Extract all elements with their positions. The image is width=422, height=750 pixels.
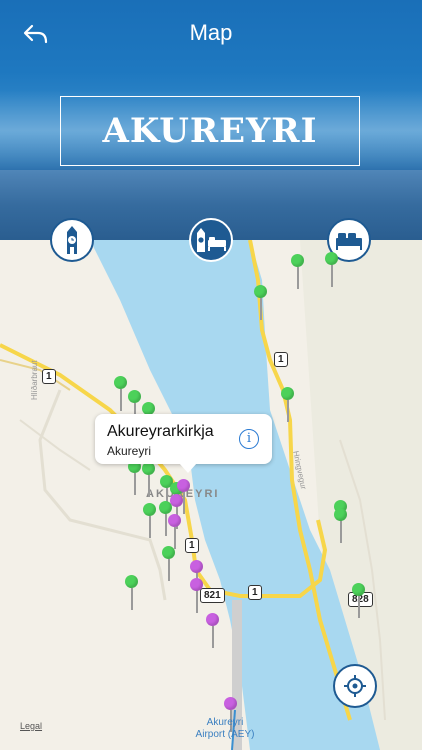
callout-title: Akureyrarkirkja (107, 423, 214, 440)
city-name: AKUREYRI (102, 111, 318, 151)
map-pin[interactable] (128, 460, 142, 495)
info-icon[interactable]: i (239, 429, 259, 449)
page-title: Map (189, 20, 233, 45)
map-pin[interactable] (281, 387, 295, 422)
bed-icon (336, 233, 362, 250)
category-all-button[interactable] (189, 218, 233, 262)
locate-me-button[interactable] (333, 664, 377, 708)
map-pin[interactable] (352, 583, 366, 618)
map-pin[interactable] (325, 252, 339, 287)
airport-label-line1: Akureyri (206, 717, 244, 728)
road-shield: 1 (185, 538, 199, 553)
category-sights-button[interactable] (50, 218, 94, 262)
airport-label: Akureyri Airport (AEY) (185, 717, 265, 741)
map-pin[interactable] (143, 503, 157, 538)
map-pin[interactable] (206, 613, 220, 648)
place-callout[interactable]: Akureyrarkirkja Akureyri i (95, 414, 272, 473)
map-pin[interactable] (168, 514, 182, 549)
map-pin[interactable] (190, 578, 204, 613)
road-shield: 1 (274, 352, 288, 367)
map-pin[interactable] (125, 575, 139, 610)
map-pin[interactable] (142, 462, 156, 497)
airport-label-line2: Airport (AEY) (195, 729, 255, 740)
map-pin[interactable] (114, 376, 128, 411)
crosshair-icon (344, 675, 366, 697)
callout-subtitle: Akureyri (107, 444, 152, 458)
city-name-box: AKUREYRI (60, 96, 360, 166)
map-pin[interactable] (254, 285, 268, 320)
tower-and-bed-icon (197, 228, 226, 252)
map-pin[interactable] (291, 254, 305, 289)
clock-tower-icon (67, 226, 77, 254)
street-label: Hlíðarbraut (30, 360, 39, 400)
map-pin[interactable] (334, 508, 348, 543)
road-shield: 1 (42, 369, 56, 384)
map-pin[interactable] (162, 546, 176, 581)
road-shield: 1 (248, 585, 262, 600)
legal-link[interactable]: Legal (20, 721, 42, 731)
